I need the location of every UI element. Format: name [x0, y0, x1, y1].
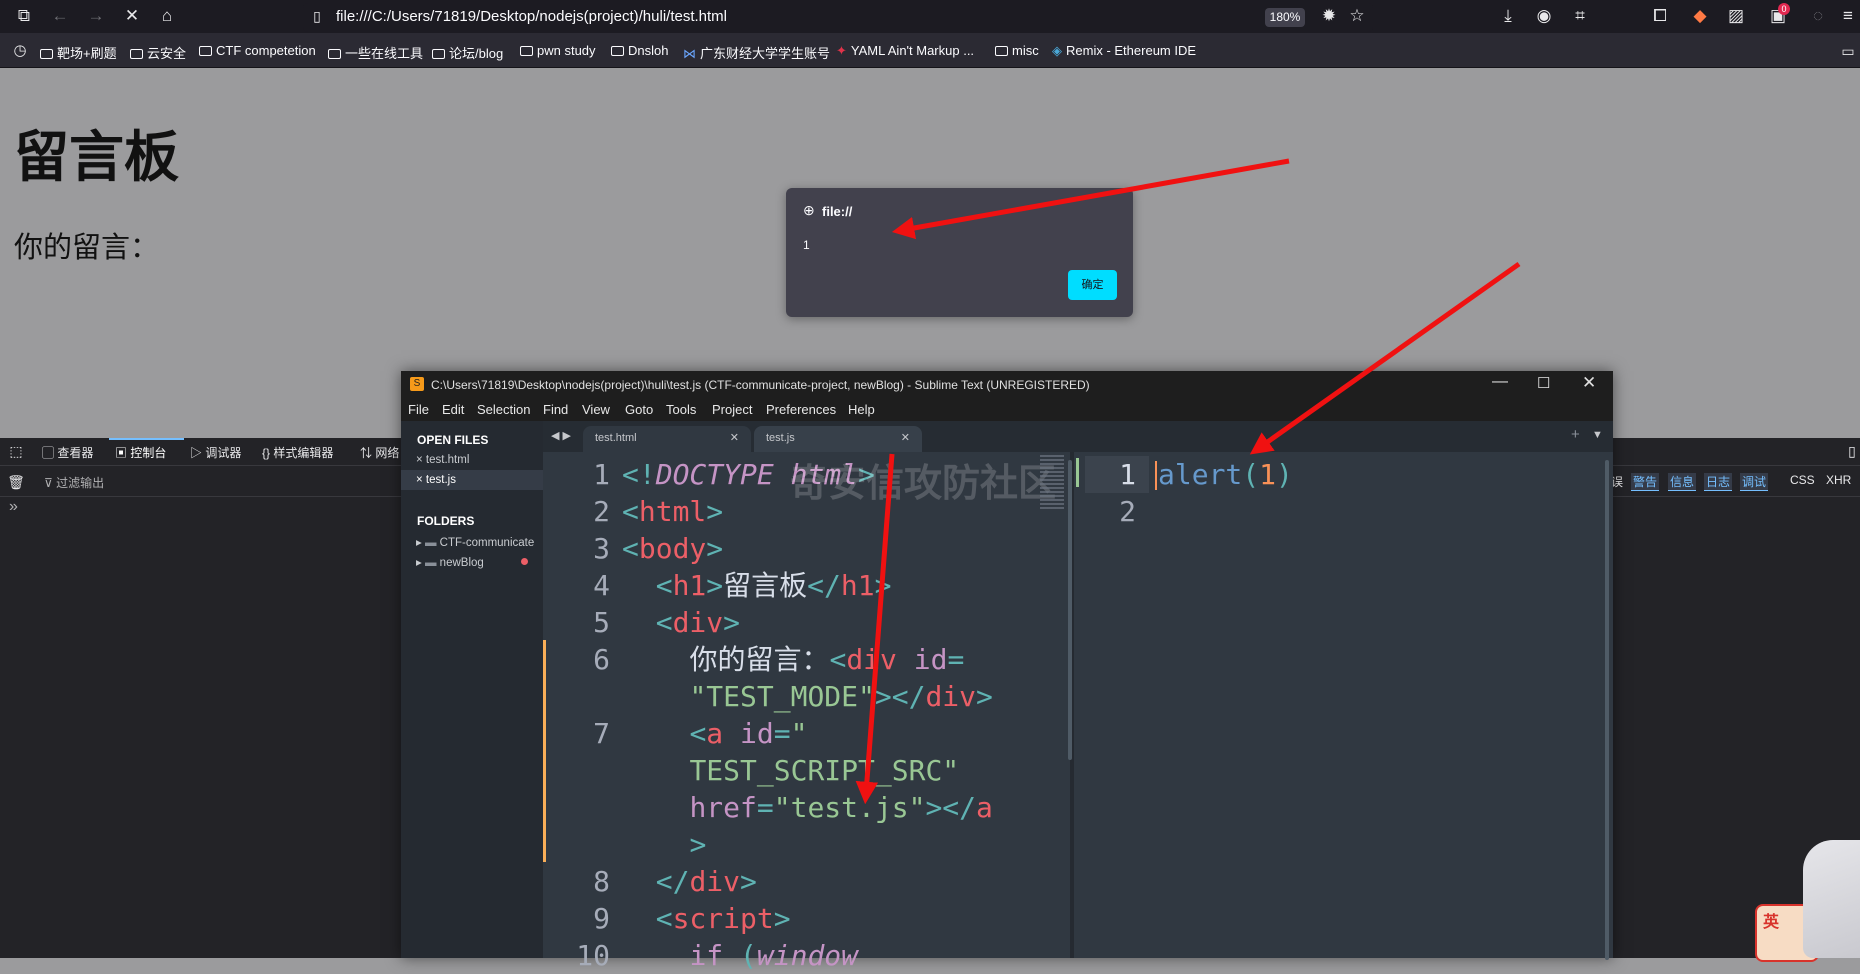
annotation-arrows [855, 158, 1521, 805]
mascot-icon [1803, 840, 1860, 958]
arrow-to-alert-code [1249, 261, 1521, 455]
arrow-to-dialog [891, 158, 1290, 240]
ime-label: 英 [1763, 914, 1780, 931]
arrow-to-script-src [855, 453, 895, 805]
ime-indicator[interactable]: 英 [1755, 840, 1860, 962]
